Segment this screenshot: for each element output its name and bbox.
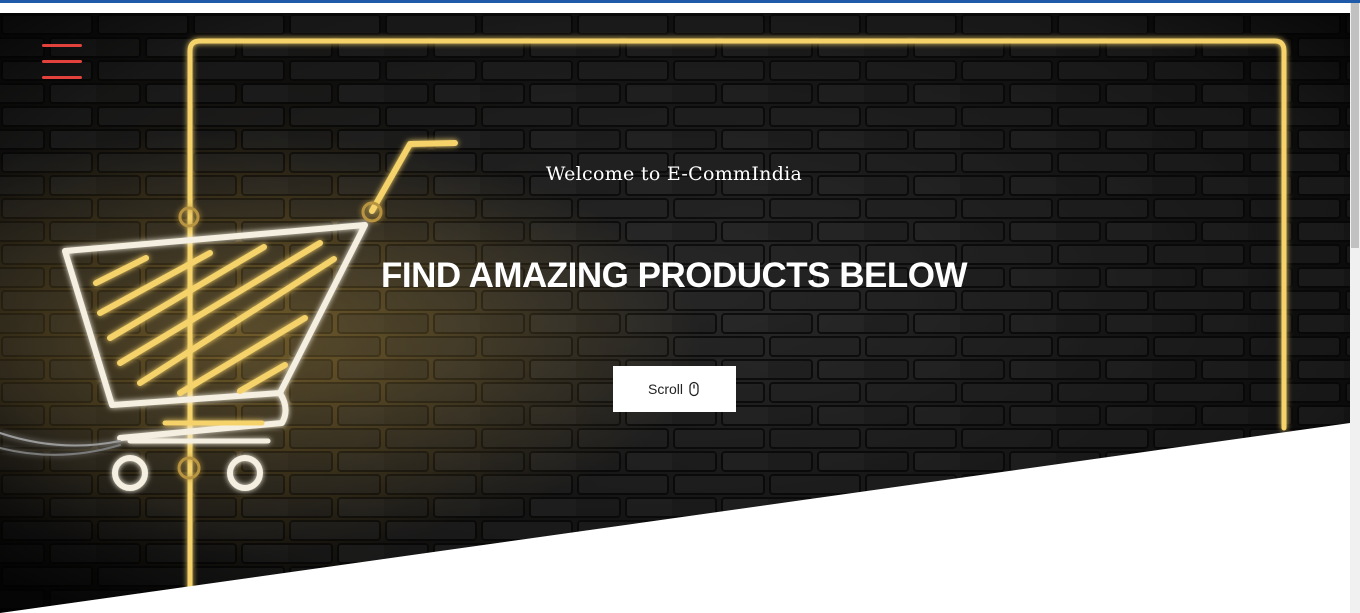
scrollbar-thumb[interactable] — [1351, 3, 1359, 248]
page-scrollbar[interactable] — [1350, 3, 1360, 613]
hero-section: Welcome to E-CommIndia FIND AMAZING PROD… — [0, 13, 1350, 613]
diagonal-white-divider — [0, 423, 1350, 613]
page: Welcome to E-CommIndia FIND AMAZING PROD… — [0, 3, 1350, 613]
